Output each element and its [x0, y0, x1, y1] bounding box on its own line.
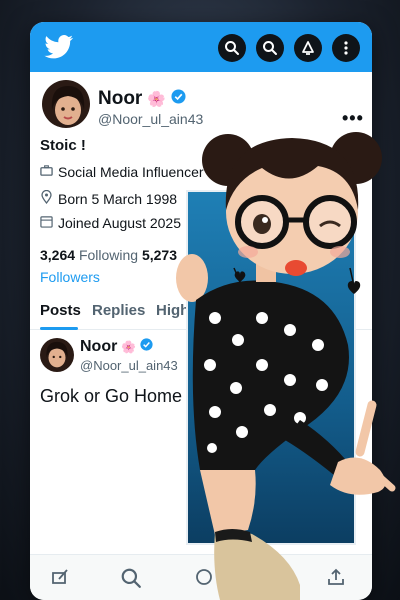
joined-text: Joined August 2025	[58, 215, 181, 231]
verified-badge-icon	[140, 338, 153, 356]
flower-emoji: 🌸	[147, 91, 167, 108]
followers-count: 5,273	[141, 247, 178, 263]
more-vertical-icon[interactable]	[332, 34, 360, 62]
search-icon[interactable]	[218, 34, 246, 62]
profile-name: Noor 🌸	[98, 88, 186, 110]
category-text: Social Media Influencer	[58, 164, 204, 180]
profile-born: Born 5 March 1998	[40, 189, 178, 207]
pop-out-frame	[186, 190, 356, 545]
messages-icon[interactable]	[194, 567, 214, 592]
born-text: Born 5 March 1998	[58, 190, 178, 207]
search-icon[interactable]	[256, 34, 284, 62]
followers-label: Followers	[40, 269, 100, 285]
flower-emoji: 🌸	[121, 340, 137, 354]
profile-name-text: Noor	[98, 88, 143, 109]
location-pin-icon	[40, 189, 53, 207]
avatar[interactable]	[40, 78, 92, 130]
profile-bio: Stoic !	[40, 137, 86, 154]
top-bar	[30, 22, 372, 72]
tab-replies[interactable]: Replies	[92, 302, 145, 319]
compose-icon[interactable]	[50, 567, 70, 592]
post-avatar[interactable]	[40, 338, 74, 372]
more-options-icon[interactable]: •••	[342, 108, 364, 129]
post-author-name: Noor 🌸	[80, 338, 153, 356]
profile-handle: @Noor_ul_ain43	[98, 111, 204, 127]
notifications-icon[interactable]	[294, 34, 322, 62]
tab-highlights[interactable]: High	[156, 302, 189, 319]
active-tab-indicator	[40, 327, 78, 330]
tab-posts[interactable]: Posts	[40, 302, 81, 319]
twitter-bird-icon[interactable]	[44, 35, 74, 64]
briefcase-icon	[40, 164, 53, 180]
profile-category: Social Media Influencer	[40, 164, 204, 180]
search-icon[interactable]	[120, 567, 142, 594]
following-label: Following	[78, 247, 139, 263]
post-text: Grok or Go Home	[40, 386, 183, 406]
profile-joined: Joined August 2025 ›	[40, 215, 191, 231]
bottom-nav	[30, 554, 372, 600]
verified-badge-icon	[171, 88, 186, 110]
post-name-text: Noor	[80, 338, 118, 355]
calendar-icon	[40, 215, 53, 231]
post-author-handle: @Noor_ul_ain43	[80, 358, 178, 373]
share-icon[interactable]	[326, 567, 346, 592]
following-count: 3,264	[40, 247, 76, 263]
following-link[interactable]: 3,264 Following	[40, 247, 138, 263]
